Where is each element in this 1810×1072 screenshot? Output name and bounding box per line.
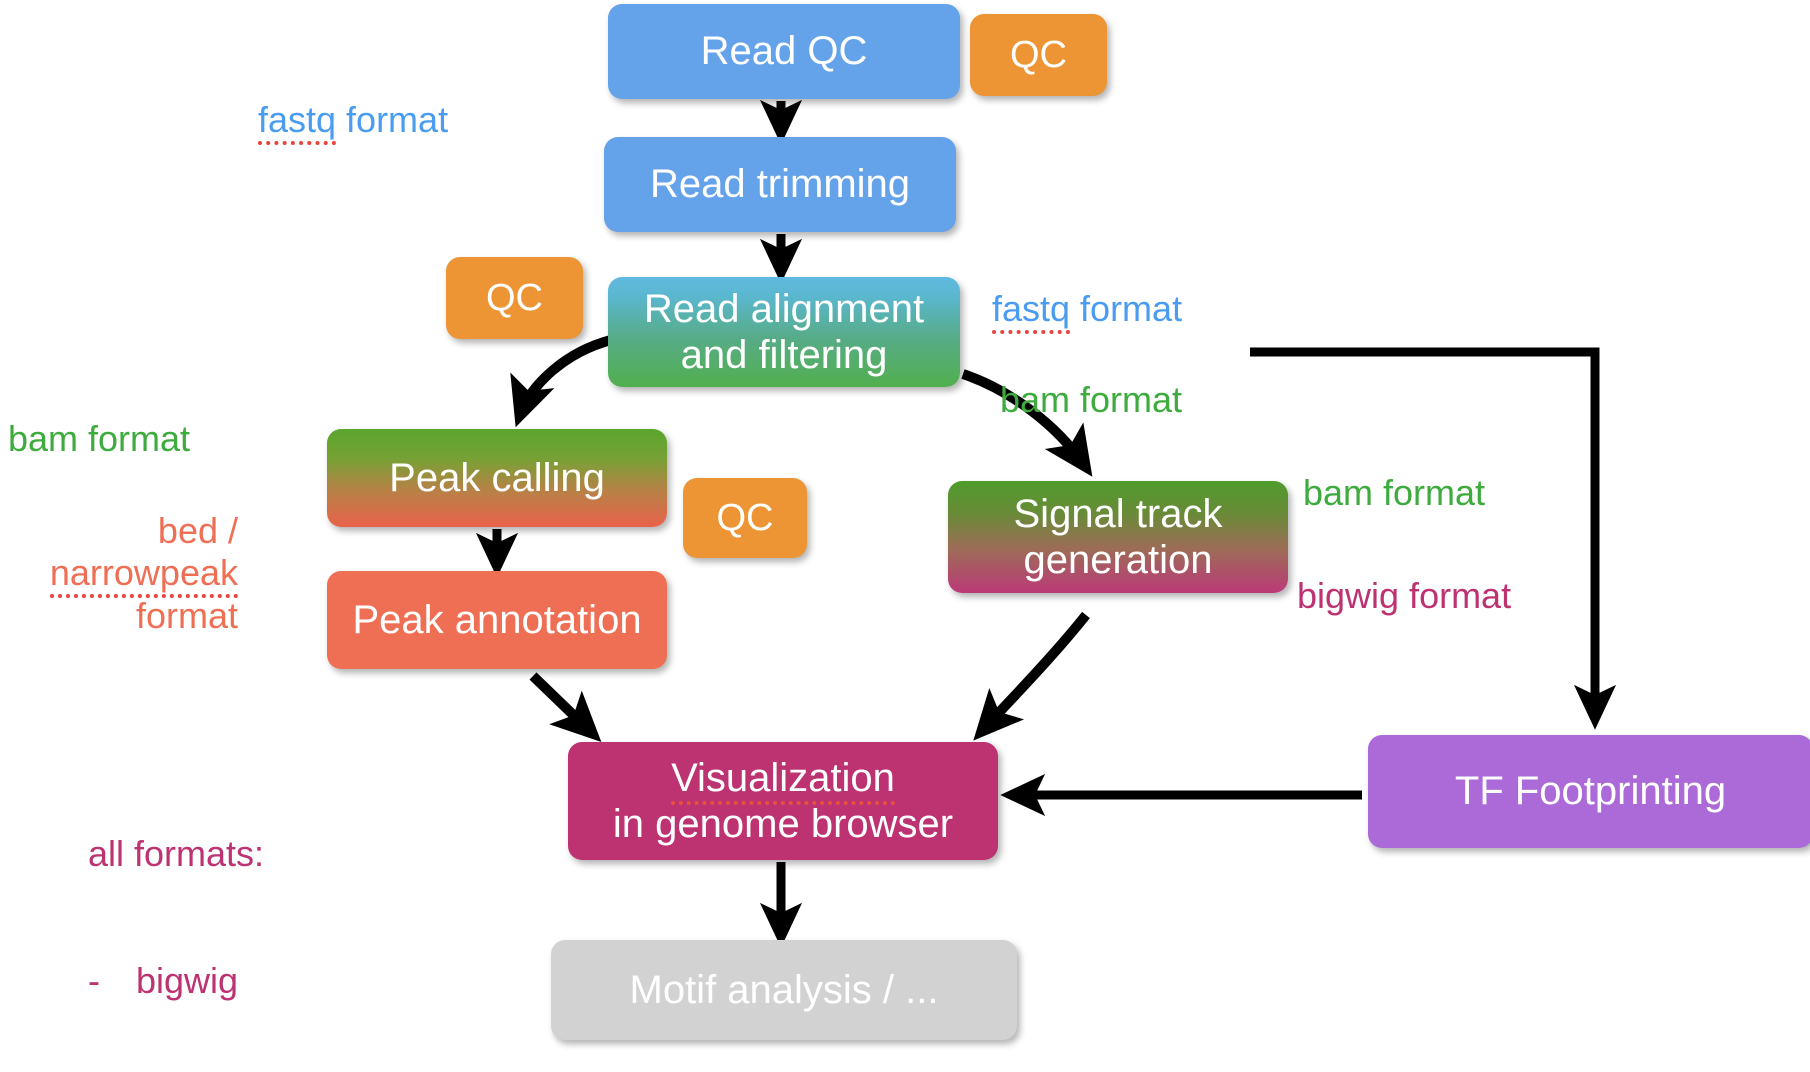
node-signal-track-label: Signal track generation — [948, 491, 1288, 584]
node-read-alignment-and-filtering[interactable]: Read alignment and filtering — [608, 277, 960, 387]
annotation-bam-format-after-alignment: bam format — [1000, 379, 1183, 420]
node-visualization-in-genome-browser[interactable]: Visualization in genome browser — [568, 742, 998, 860]
node-visualization-label: Visualization in genome browser — [568, 755, 998, 848]
annotation-bed-narrowpeak-format: bed / narrowpeak format — [8, 510, 238, 637]
node-peak-calling-label: Peak calling — [389, 455, 605, 500]
node-read-alignment-line2: and filtering — [680, 333, 888, 377]
annotation-fastq-format-mid: fastq format — [992, 288, 1183, 334]
node-peak-annotation[interactable]: Peak annotation — [327, 571, 667, 669]
workflow-diagram-canvas: Read QC QC Read trimming QC Read alignme… — [0, 0, 1810, 1072]
annotation-all-formats-list: all formats: -bigwig -bed/narrowPeak -po… — [88, 748, 398, 1072]
annotation-fastq-word-top: fastq — [258, 99, 337, 145]
node-read-alignment-line1: Read alignment — [643, 286, 925, 331]
node-tf-footprinting-label: TF Footprinting — [1454, 769, 1727, 814]
node-read-qc[interactable]: Read QC — [608, 4, 960, 99]
annotation-bam-format-signal-track: bam format — [1303, 472, 1486, 513]
annotation-format-word-mid: format — [1070, 288, 1183, 329]
annotation-narrowpeak-line2: narrowpeak — [49, 552, 238, 599]
annotation-format-word-top: format — [336, 99, 449, 140]
node-qc-alignment-label: QC — [486, 276, 543, 319]
node-qc-top[interactable]: QC — [970, 14, 1107, 96]
edge-readalignment-to-tffootprinting — [1250, 347, 1617, 730]
all-formats-label-1: bigwig — [136, 960, 239, 1002]
node-read-qc-label: Read QC — [700, 29, 868, 74]
node-qc-top-label: QC — [1010, 33, 1067, 76]
node-motif-analysis[interactable]: Motif analysis / ... — [551, 940, 1017, 1040]
annotation-fastq-word-mid: fastq — [992, 288, 1071, 334]
edge-peakannotation-to-visualization — [529, 672, 602, 743]
all-formats-dash-1: - — [88, 960, 100, 1002]
edge-readalignment-to-peakcalling — [510, 335, 613, 428]
node-signal-track-line1: Signal track — [1013, 491, 1223, 536]
node-read-trimming[interactable]: Read trimming — [604, 137, 956, 232]
annotation-bam-format-left: bam format — [8, 418, 191, 459]
node-signal-track-line2: generation — [1023, 538, 1213, 582]
all-formats-item-1: - bigwig — [88, 960, 398, 1002]
edge-signaltrack-to-visualization — [973, 611, 1090, 741]
node-peak-calling[interactable]: Peak calling — [327, 429, 667, 527]
annotation-format-line3: format — [135, 594, 238, 636]
all-formats-header: all formats: — [88, 832, 265, 874]
node-peak-annotation-label: Peak annotation — [352, 597, 642, 642]
node-read-alignment-label: Read alignment and filtering — [608, 286, 960, 379]
annotation-fastq-format-top: fastq format — [258, 99, 449, 145]
node-visualization-line2: in genome browser — [612, 802, 954, 846]
node-read-trimming-label: Read trimming — [649, 162, 911, 207]
node-signal-track-generation[interactable]: Signal track generation — [948, 481, 1288, 593]
node-motif-analysis-label: Motif analysis / ... — [629, 967, 939, 1012]
node-qc-peak-label: QC — [716, 496, 774, 539]
node-qc-peak[interactable]: QC — [683, 478, 807, 558]
annotation-bigwig-format-signal-track: bigwig format — [1297, 575, 1512, 616]
node-qc-alignment[interactable]: QC — [446, 257, 583, 339]
node-tf-footprinting[interactable]: TF Footprinting — [1368, 735, 1810, 848]
node-visualization-line1: Visualization — [671, 755, 895, 805]
annotation-bed-line1: bed / — [157, 510, 238, 551]
